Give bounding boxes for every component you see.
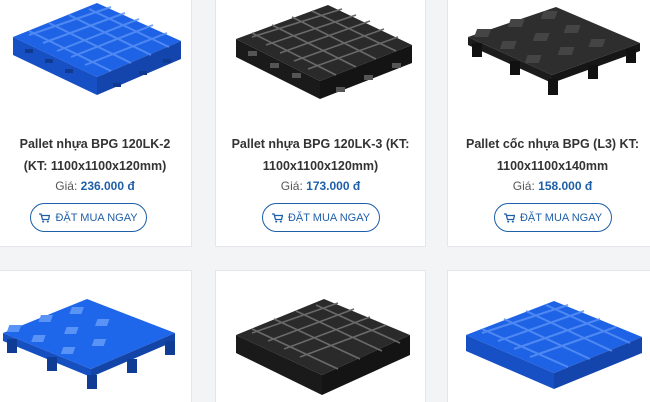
product-title[interactable]: Pallet nhựa BPG 120LK-3 (KT: 1100x1100x1…	[216, 133, 425, 177]
product-price: Giá: 173.000 đ	[216, 179, 425, 193]
product-image[interactable]	[0, 271, 191, 402]
pallet-image-black	[236, 5, 412, 99]
pallet-image-black	[236, 299, 410, 395]
order-now-button[interactable]: ĐẶT MUA NGAY	[262, 203, 380, 232]
price-label: Giá:	[280, 179, 303, 193]
order-now-button[interactable]: ĐẶT MUA NGAY	[494, 203, 612, 232]
order-now-label: ĐẶT MUA NGAY	[519, 211, 603, 224]
price-value: 158.000 đ	[538, 179, 593, 193]
cart-icon	[271, 212, 283, 223]
product-card: Pallet nhựa BPG 120LK-3 (KT: 1100x1100x1…	[215, 0, 426, 247]
order-now-label: ĐẶT MUA NGAY	[287, 211, 371, 224]
product-card	[447, 270, 650, 402]
product-image[interactable]	[448, 0, 650, 119]
product-card	[215, 270, 426, 402]
pallet-image-blue	[13, 3, 181, 95]
product-image[interactable]	[216, 271, 425, 402]
product-card	[0, 270, 192, 402]
cart-icon	[503, 212, 515, 223]
product-image[interactable]	[216, 0, 425, 119]
order-now-label: ĐẶT MUA NGAY	[55, 211, 138, 224]
product-price: Giá: 158.000 đ	[448, 179, 650, 193]
product-title[interactable]: Pallet nhựa BPG 120LK-2 (KT: 1100x1100x1…	[0, 133, 191, 177]
cart-icon	[39, 212, 51, 223]
product-image[interactable]	[0, 0, 191, 119]
order-now-button[interactable]: ĐẶT MUA NGAY	[30, 203, 147, 232]
pallet-image-blue	[466, 301, 642, 389]
price-value: 173.000 đ	[306, 179, 361, 193]
product-image[interactable]	[448, 271, 650, 402]
product-card: Pallet cốc nhựa BPG (L3) KT: 1100x1100x1…	[447, 0, 650, 247]
price-label: Giá:	[55, 179, 78, 193]
product-title[interactable]: Pallet cốc nhựa BPG (L3) KT: 1100x1100x1…	[448, 133, 650, 177]
pallet-image-black-legs	[468, 7, 640, 95]
price-label: Giá:	[512, 179, 535, 193]
product-price: Giá: 236.000 đ	[0, 179, 191, 193]
product-card: Pallet nhựa BPG 120LK-2 (KT: 1100x1100x1…	[0, 0, 192, 247]
pallet-image-blue-legs	[3, 299, 175, 389]
price-value: 236.000 đ	[80, 179, 135, 193]
